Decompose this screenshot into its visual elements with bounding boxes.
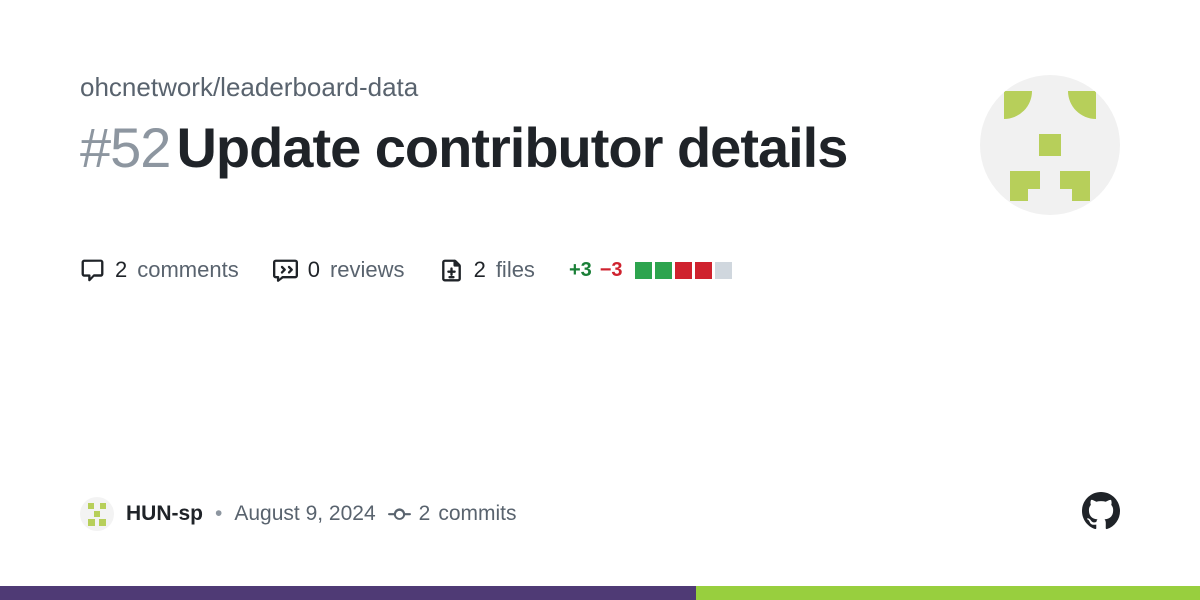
pr-title-text: Update contributor details (176, 116, 847, 179)
files-stat[interactable]: 2 files (439, 257, 535, 283)
comments-label: comments (137, 257, 238, 283)
comment-icon (80, 258, 105, 283)
author-avatar[interactable] (80, 497, 114, 531)
author-name[interactable]: HUN-sp (126, 502, 203, 526)
reviews-count: 0 (308, 257, 320, 283)
reviews-stat[interactable]: 0 reviews (273, 257, 405, 283)
github-logo-icon[interactable] (1082, 492, 1120, 536)
files-count: 2 (474, 257, 486, 283)
additions: +3 (569, 259, 592, 282)
comments-stat[interactable]: 2 comments (80, 257, 239, 283)
code-review-icon (273, 258, 298, 283)
repo-path[interactable]: ohcnetwork/leaderboard-data (80, 72, 1120, 103)
deletions: −3 (600, 259, 623, 282)
separator: • (215, 502, 222, 526)
pr-date: August 9, 2024 (234, 502, 375, 526)
org-avatar[interactable] (980, 75, 1120, 215)
accent-bar (0, 586, 1200, 600)
pr-title: #52Update contributor details (80, 117, 940, 180)
author-info: HUN-sp • August 9, 2024 2 commits (80, 497, 517, 531)
commits-label: commits (438, 502, 516, 526)
diff-squares (635, 262, 732, 279)
files-label: files (496, 257, 535, 283)
pr-number: #52 (80, 116, 170, 179)
pr-stats: 2 comments 0 reviews 2 files +3 −3 (80, 257, 1120, 283)
commits-stat[interactable]: 2 commits (388, 502, 517, 526)
diff-stat: +3 −3 (569, 259, 732, 282)
file-diff-icon (439, 258, 464, 283)
reviews-label: reviews (330, 257, 405, 283)
git-commit-icon (388, 503, 411, 526)
comments-count: 2 (115, 257, 127, 283)
commits-count: 2 (419, 502, 431, 526)
